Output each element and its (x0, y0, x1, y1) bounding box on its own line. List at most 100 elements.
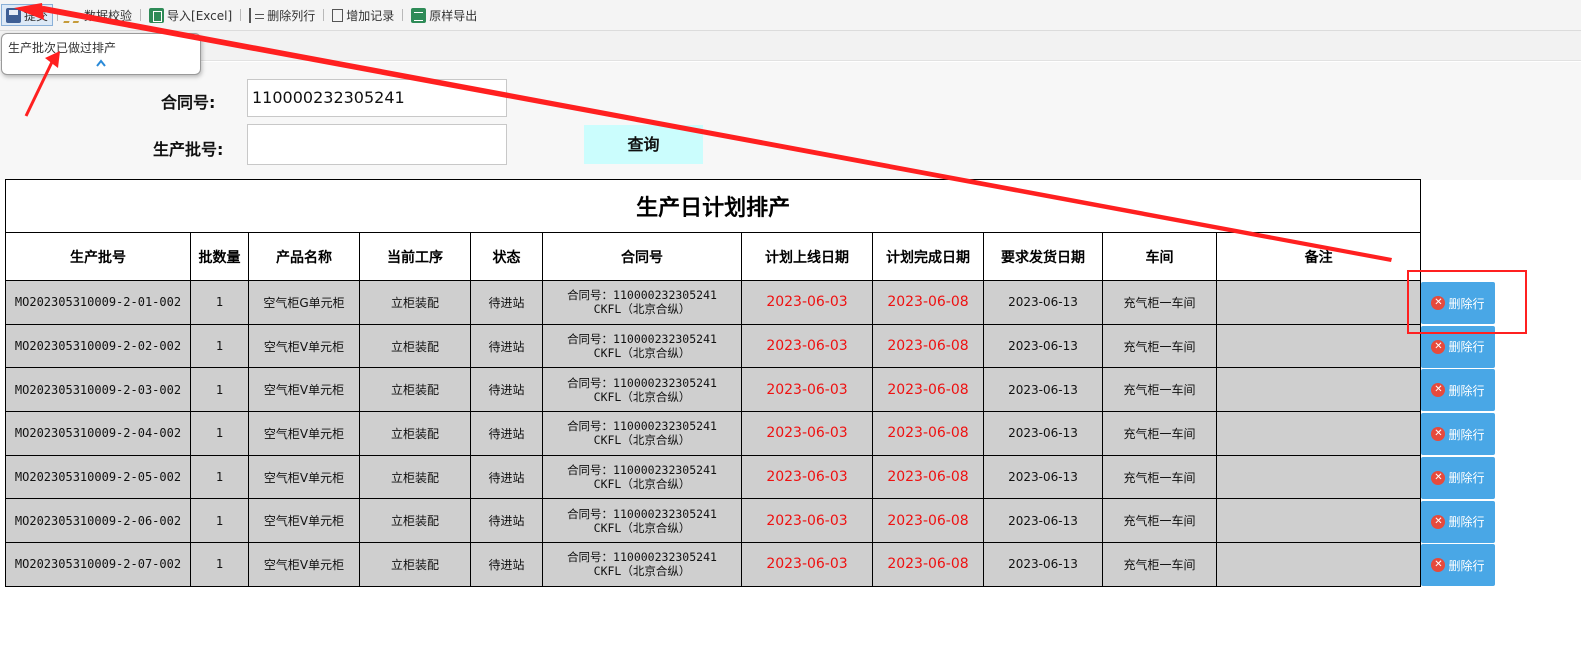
cell-ship-date: 2023-06-13 (983, 323, 1103, 369)
query-button[interactable]: 查询 (584, 125, 703, 164)
submit-button[interactable]: 提交 (1, 4, 54, 26)
cell-process: 立柜装配 (359, 323, 471, 369)
cell-product: 空气柜V单元柜 (248, 498, 360, 544)
chevron-up-icon[interactable] (95, 57, 107, 69)
contract-line-2: CKFL（北京合纵） (593, 520, 691, 535)
cell-status: 待进站 (470, 454, 543, 500)
cell-batch: MO202305310009-2-05-002 (5, 454, 191, 500)
schedule-table: 生产日计划排产 生产批号 批数量 产品名称 当前工序 状态 合同号 计划上线日期 计划完成日期… (4, 179, 1422, 587)
cell-remark (1215, 367, 1422, 413)
table-row: MO202305310009-2-03-002 1 空气柜V单元柜 立柜装配 待进站 合同… (5, 367, 1422, 413)
cell-batch: MO202305310009-2-01-002 (5, 280, 191, 325)
cell-product: 空气柜V单元柜 (248, 411, 360, 456)
close-circle-icon: ✕ (1431, 558, 1446, 573)
toolbar: 提交 数据校验 导入[Excel] 删除列行 增加记录 原样导出 (0, 0, 1581, 31)
close-circle-icon: ✕ (1431, 383, 1446, 398)
cell-ship-date: 2023-06-13 (983, 280, 1103, 325)
cell-process: 立柜装配 (359, 411, 471, 456)
toolbar-divider (57, 9, 59, 21)
cell-contract: 合同号：110000232305241 CKFL（北京合纵） (542, 411, 742, 456)
cell-qty: 1 (190, 542, 249, 587)
cell-plan-start: 2023-06-03 (741, 454, 873, 500)
cell-workshop: 充气柜一车间 (1102, 367, 1217, 413)
delete-column-icon (249, 7, 265, 23)
delete-row-button[interactable]: ✕ 删除行 (1421, 413, 1495, 456)
contract-line-1: 合同号：110000232305241 (567, 463, 717, 478)
import-excel-label: 导入[Excel] (167, 8, 233, 23)
export-icon (411, 7, 427, 23)
cell-contract: 合同号：110000232305241 CKFL（北京合纵） (542, 454, 742, 500)
cell-status: 待进站 (470, 280, 543, 325)
cell-product: 空气柜V单元柜 (248, 454, 360, 500)
delete-row-button[interactable]: ✕ 删除行 (1421, 456, 1495, 499)
contract-line-2: CKFL（北京合纵） (593, 564, 691, 579)
save-icon (6, 7, 21, 23)
contract-label: 合同号: (161, 93, 216, 112)
table-row: MO202305310009-2-07-002 1 空气柜V单元柜 立柜装配 待进站 合同… (5, 542, 1422, 587)
delete-row-button[interactable]: ✕ 删除行 (1421, 369, 1495, 412)
header-batch: 生产批号 (5, 232, 191, 281)
contract-input[interactable]: 110000232305241 (247, 79, 507, 117)
table-row: MO202305310009-2-04-002 1 空气柜V单元柜 立柜装配 待进站 合同… (5, 411, 1422, 456)
delete-row-label: 删除行 (1448, 383, 1485, 398)
header-process: 当前工序 (359, 232, 471, 281)
cell-qty: 1 (190, 498, 249, 544)
toolbar-divider (402, 9, 404, 21)
cell-product: 空气柜V单元柜 (248, 367, 360, 413)
cell-plan-start: 2023-06-03 (741, 323, 873, 369)
table-row: MO202305310009-2-01-002 1 空气柜G单元柜 立柜装配 待进站 合同… (5, 280, 1422, 325)
cell-process: 立柜装配 (359, 280, 471, 325)
contract-line-2: CKFL（北京合纵） (593, 433, 691, 448)
table-header-row: 生产批号 批数量 产品名称 当前工序 状态 合同号 计划上线日期 计划完成日期 要求发货日期 车间… (5, 232, 1422, 281)
delete-row-button[interactable]: ✕ 删除行 (1421, 325, 1495, 368)
delete-column-row-button[interactable]: 删除列行 (245, 4, 319, 26)
cell-workshop: 充气柜一车间 (1102, 323, 1217, 369)
app-window: 提交 数据校验 导入[Excel] 删除列行 增加记录 原样导出 生产批次已做过… (0, 0, 1581, 663)
cell-product: 空气柜V单元柜 (248, 323, 360, 369)
contract-line-2: CKFL（北京合纵） (593, 477, 691, 492)
batch-input[interactable] (247, 124, 507, 165)
cell-product: 空气柜G单元柜 (248, 280, 360, 325)
header-product: 产品名称 (248, 232, 360, 281)
delete-row-button[interactable]: ✕ 删除行 (1421, 282, 1495, 324)
cell-qty: 1 (190, 454, 249, 500)
contract-line-2: CKFL（北京合纵） (593, 302, 691, 317)
cell-ship-date: 2023-06-13 (983, 367, 1103, 413)
cell-contract: 合同号：110000232305241 CKFL（北京合纵） (542, 498, 742, 544)
add-record-button[interactable]: 增加记录 (328, 4, 398, 26)
cell-contract: 合同号：110000232305241 CKFL（北京合纵） (542, 542, 742, 587)
cell-remark (1215, 323, 1422, 369)
cell-workshop: 充气柜一车间 (1102, 542, 1217, 587)
contract-line-1: 合同号：110000232305241 (567, 506, 717, 521)
cell-contract: 合同号：110000232305241 CKFL（北京合纵） (542, 367, 742, 413)
excel-icon (149, 7, 165, 23)
cell-batch: MO202305310009-2-03-002 (5, 367, 191, 413)
contract-line-1: 合同号：110000232305241 (567, 550, 717, 565)
cell-remark (1215, 498, 1422, 544)
cell-batch: MO202305310009-2-04-002 (5, 411, 191, 456)
cell-qty: 1 (190, 323, 249, 369)
close-circle-icon: ✕ (1431, 339, 1446, 354)
cell-process: 立柜装配 (359, 454, 471, 500)
delete-row-label: 删除行 (1448, 340, 1485, 355)
contract-line-1: 合同号：110000232305241 (567, 288, 717, 303)
cell-status: 待进站 (470, 323, 543, 369)
header-contract: 合同号 (542, 232, 742, 281)
cell-remark (1215, 454, 1422, 500)
cell-remark (1215, 411, 1422, 456)
batch-label: 生产批号: (153, 140, 224, 159)
validate-button[interactable]: 数据校验 (62, 4, 136, 26)
delete-row-button[interactable]: ✕ 删除行 (1421, 500, 1495, 543)
close-circle-icon: ✕ (1431, 296, 1446, 310)
import-excel-button[interactable]: 导入[Excel] (145, 4, 236, 26)
cell-workshop: 充气柜一车间 (1102, 498, 1217, 544)
toolbar-divider (140, 9, 142, 21)
table-row: MO202305310009-2-02-002 1 空气柜V单元柜 立柜装配 待进站 合同… (5, 323, 1422, 369)
table-body: MO202305310009-2-01-002 1 空气柜G单元柜 立柜装配 待进站 合同… (5, 280, 1422, 587)
header-plan-start: 计划上线日期 (741, 232, 873, 281)
cell-status: 待进站 (470, 542, 543, 587)
header-workshop: 车间 (1102, 232, 1217, 281)
export-button[interactable]: 原样导出 (407, 4, 481, 26)
delete-row-label: 删除行 (1448, 558, 1485, 573)
delete-row-button[interactable]: ✕ 删除行 (1421, 544, 1495, 587)
